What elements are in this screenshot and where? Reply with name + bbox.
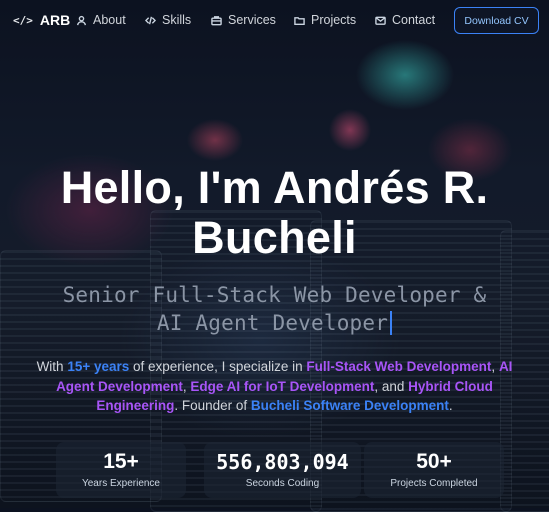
intro-text: , and	[374, 378, 409, 394]
code-icon: </>	[13, 13, 33, 27]
nav-item-label: About	[93, 13, 126, 27]
intro-highlight: Bucheli Software Development	[250, 398, 449, 413]
hero-title-line: Bucheli	[192, 212, 357, 263]
hero-subtitle: Senior Full-Stack Web Developer & AI Age…	[0, 281, 549, 337]
stat-label: Projects Completed	[390, 478, 478, 489]
subtitle-line: Senior Full-Stack Web Developer &	[62, 283, 487, 307]
nav-item-label: Contact	[392, 13, 436, 27]
brand-logo[interactable]: </> ARB	[13, 12, 70, 28]
code-icon	[145, 16, 156, 24]
brand-name: ARB	[39, 12, 71, 28]
stat-value: 556,803,094	[216, 450, 349, 474]
nav-item-skills[interactable]: Skills	[145, 13, 191, 27]
top-navbar: </> ARB About Skills Services Projects C…	[0, 0, 549, 42]
stat-card-experience: 15+ Years Experience	[56, 442, 186, 498]
intro-text: . Founder of	[174, 398, 251, 413]
nav-item-label: Projects	[311, 13, 357, 27]
stat-label: Seconds Coding	[245, 478, 320, 489]
nav-item-label: Services	[228, 13, 276, 27]
intro-text: With	[36, 359, 68, 374]
user-icon	[76, 15, 87, 25]
intro-text: of experience, I specialize in	[129, 359, 307, 374]
stat-value: 50+	[416, 450, 452, 473]
intro-highlight: Full-Stack Web Development	[306, 359, 492, 374]
briefcase-icon	[211, 15, 222, 25]
hero-title: Hello, I'm Andrés R. Bucheli	[0, 163, 549, 263]
subtitle-line: AI Agent Developer	[156, 311, 389, 335]
nav-item-contact[interactable]: Contact	[375, 13, 435, 27]
stat-card-projects: 50+ Projects Completed	[364, 442, 504, 498]
nav-item-label: Skills	[162, 13, 192, 27]
folder-icon	[294, 16, 305, 25]
intro-highlight: 15+ years	[67, 359, 130, 374]
nav-item-about[interactable]: About	[76, 13, 126, 27]
stat-value: 15+	[103, 450, 139, 473]
nav-item-projects[interactable]: Projects	[294, 13, 356, 27]
stat-label: Years Experience	[81, 478, 160, 489]
stat-card-seconds-coding: 556,803,094 Seconds Coding	[204, 442, 361, 498]
intro-text: ,	[491, 359, 499, 374]
typing-cursor	[390, 311, 393, 335]
hero-intro: With 15+ years of experience, I speciali…	[18, 357, 531, 416]
intro-highlight: Edge AI for IoT Development	[190, 378, 375, 394]
nav-item-services[interactable]: Services	[211, 13, 276, 27]
download-cv-button[interactable]: Download CV	[454, 7, 539, 34]
mail-icon	[375, 16, 386, 25]
hero-title-line: Hello, I'm Andrés R.	[60, 162, 489, 213]
intro-text: .	[448, 398, 453, 413]
